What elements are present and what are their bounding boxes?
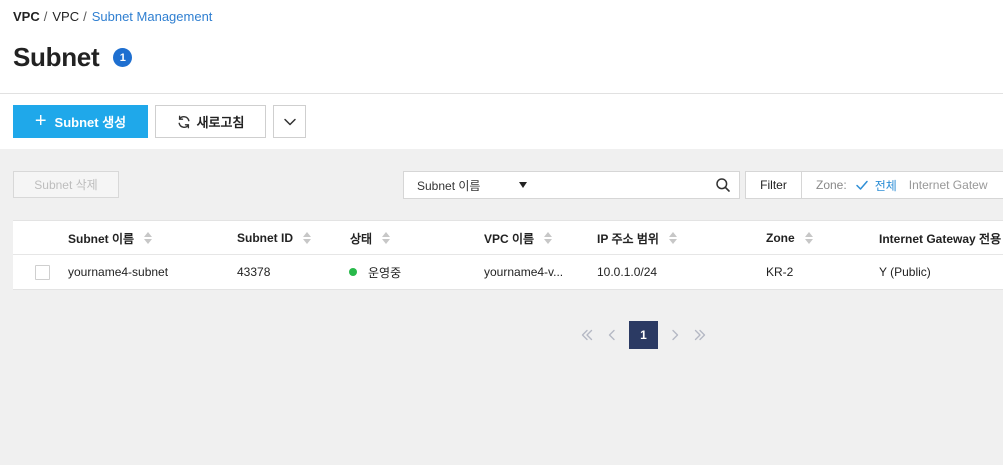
refresh-label: 새로고침 xyxy=(196,115,245,130)
search-icon[interactable] xyxy=(715,177,731,193)
breadcrumb-item-subnet-management[interactable]: Subnet Management xyxy=(92,9,213,24)
cell-subnet-id: 43378 xyxy=(237,265,271,279)
breadcrumb-item-vpc-root[interactable]: VPC xyxy=(13,9,40,24)
page-header: VPC / VPC / Subnet Management Subnet 1 +… xyxy=(0,0,1003,149)
column-header-status[interactable]: 상태 xyxy=(350,221,391,255)
create-subnet-button[interactable]: + Subnet 생성 xyxy=(13,105,148,138)
previous-page-icon[interactable] xyxy=(604,327,620,343)
page-title: Subnet xyxy=(13,42,100,72)
next-page-icon[interactable] xyxy=(667,327,683,343)
column-header-internet-gateway[interactable]: Internet Gateway 전용 xyxy=(879,221,1001,255)
row-select-cell xyxy=(35,255,50,289)
title-row: Subnet 1 xyxy=(13,42,133,73)
delete-subnet-button[interactable]: Subnet 삭제 xyxy=(13,171,119,198)
plus-icon: + xyxy=(34,109,47,132)
column-header-subnet-name[interactable]: Subnet 이름 xyxy=(68,221,153,255)
status-running-icon xyxy=(349,268,357,276)
count-badge: 1 xyxy=(113,48,133,67)
caret-down-icon xyxy=(519,182,527,188)
cell-zone: KR-2 xyxy=(766,265,794,279)
sort-icon xyxy=(144,232,153,244)
row-checkbox[interactable] xyxy=(35,264,50,280)
column-label: VPC 이름 xyxy=(484,231,535,246)
sort-icon xyxy=(668,232,677,244)
breadcrumb-item-vpc[interactable]: VPC xyxy=(52,9,79,24)
create-subnet-label: Subnet 생성 xyxy=(54,115,127,130)
more-actions-button[interactable] xyxy=(273,105,306,138)
chevron-down-icon xyxy=(283,118,296,125)
search-field-value: Subnet 이름 xyxy=(417,178,481,193)
toolbar: + Subnet 생성 새로고침 xyxy=(13,105,306,138)
content-area: Subnet 삭제 Subnet 이름 Filter Zone: 전체 Inte… xyxy=(0,149,1003,465)
cell-internet-gateway: Y (Public) xyxy=(879,265,931,279)
column-label: Zone xyxy=(766,231,795,245)
column-header-zone[interactable]: Zone xyxy=(766,221,813,255)
breadcrumb-separator: / xyxy=(43,9,48,24)
column-label: Subnet 이름 xyxy=(68,231,135,246)
refresh-icon xyxy=(178,115,190,128)
cell-vpc-name: yourname4-v... xyxy=(484,265,564,279)
header-divider xyxy=(0,93,1003,94)
sort-icon xyxy=(303,232,311,244)
search-input-wrapper xyxy=(540,171,740,199)
cell-status: 운영중 xyxy=(349,255,401,289)
subnet-table: Subnet 이름 Subnet ID 상태 VPC 이름 IP 주소 범위 Z… xyxy=(13,220,1003,290)
filter-button[interactable]: Filter xyxy=(746,172,802,198)
zone-filter-label: Zone: xyxy=(816,178,847,192)
sort-icon xyxy=(382,232,391,244)
refresh-button[interactable]: 새로고침 xyxy=(155,105,266,138)
column-label: IP 주소 범위 xyxy=(597,231,659,246)
filter-bar: Filter Zone: 전체 Internet Gatew xyxy=(745,171,1003,199)
column-label: Internet Gateway 전용 xyxy=(879,231,1002,246)
last-page-icon[interactable] xyxy=(692,327,708,343)
column-label: 상태 xyxy=(350,231,373,246)
cell-ip-range: 10.0.1.0/24 xyxy=(597,265,658,279)
column-header-ip-range[interactable]: IP 주소 범위 xyxy=(597,221,677,255)
sort-icon xyxy=(544,232,553,244)
table-header: Subnet 이름 Subnet ID 상태 VPC 이름 IP 주소 범위 Z… xyxy=(13,221,1003,255)
page-button-current[interactable]: 1 xyxy=(629,321,658,349)
sort-icon xyxy=(804,232,813,244)
pagination: 1 xyxy=(579,321,708,349)
column-label: Subnet ID xyxy=(237,231,293,245)
column-header-subnet-id[interactable]: Subnet ID xyxy=(237,221,311,255)
breadcrumb: VPC / VPC / Subnet Management xyxy=(13,9,212,24)
status-label: 운영중 xyxy=(368,265,402,280)
search-input[interactable] xyxy=(540,172,700,198)
search-field-select[interactable]: Subnet 이름 xyxy=(403,171,541,199)
check-icon xyxy=(855,180,868,190)
zone-filter-value[interactable]: 전체 xyxy=(875,177,897,194)
internet-gateway-filter-label[interactable]: Internet Gatew xyxy=(909,178,988,192)
first-page-icon[interactable] xyxy=(579,327,595,343)
cell-subnet-name: yourname4-subnet xyxy=(68,265,169,279)
column-header-vpc-name[interactable]: VPC 이름 xyxy=(484,221,553,255)
table-row[interactable]: yourname4-subnet 43378 운영중 yourname4-v..… xyxy=(13,255,1003,290)
breadcrumb-separator: / xyxy=(83,9,87,24)
